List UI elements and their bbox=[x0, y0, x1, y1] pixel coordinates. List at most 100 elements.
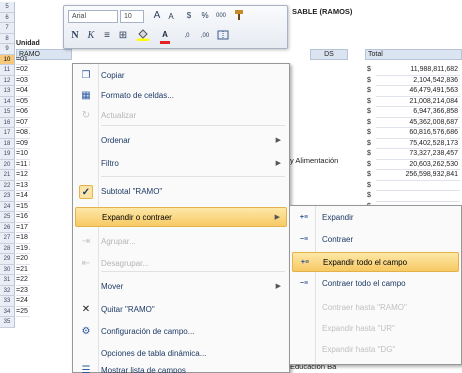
row-header[interactable]: 21 bbox=[0, 170, 15, 181]
row-header[interactable]: 27 bbox=[0, 233, 15, 244]
font-color-button[interactable]: A bbox=[158, 28, 172, 42]
total-amount-cell[interactable]: 75,402,528,173 bbox=[376, 139, 460, 149]
row-header[interactable]: 28 bbox=[0, 243, 15, 254]
total-amount-cell[interactable]: 2,104,542,836 bbox=[376, 76, 460, 86]
total-amount-cell[interactable]: 60,816,576,686 bbox=[376, 128, 460, 139]
font-name-dropdown[interactable]: Arial bbox=[68, 10, 118, 23]
row-header[interactable]: 26 bbox=[0, 222, 15, 233]
total-amount-cell[interactable]: 256,598,932,841 bbox=[376, 170, 460, 181]
total-amount-cell[interactable]: 73,327,238,457 bbox=[376, 149, 460, 160]
total-amount-cell[interactable]: 45,362,008,687 bbox=[376, 118, 460, 128]
row-header[interactable]: 35 bbox=[0, 317, 15, 328]
menu-item-filtro[interactable]: Filtro ▶ bbox=[75, 154, 287, 174]
total-amount-cell[interactable]: 6,947,366,858 bbox=[376, 107, 460, 118]
submenu-item-contraer[interactable]: −≡ Contraer bbox=[292, 230, 459, 250]
ramo-cell[interactable]: =18 En bbox=[16, 233, 30, 244]
ramo-cell[interactable]: =16 Me bbox=[16, 212, 30, 223]
ramo-cell[interactable]: =02 Pr bbox=[16, 65, 30, 76]
row-header[interactable]: 34 bbox=[0, 306, 15, 317]
menu-item-ordenar[interactable]: Ordenar ▶ bbox=[75, 131, 287, 151]
menu-item-quitar-ramo[interactable]: ✕ Quitar "RAMO" bbox=[75, 300, 287, 320]
ramo-cell[interactable]: =03 Pr bbox=[16, 76, 30, 86]
total-amount-cell[interactable]: 11,988,811,682 bbox=[376, 65, 460, 76]
row-header[interactable]: 12 bbox=[0, 75, 15, 86]
row-header[interactable]: 14 bbox=[0, 96, 15, 107]
row-header[interactable]: 18 bbox=[0, 138, 15, 149]
row-header[interactable]: 8 bbox=[0, 33, 15, 44]
pivot-title-cell[interactable]: SABLE (RAMOS) bbox=[292, 7, 352, 16]
submenu-item-expandir[interactable]: +≡ Expandir bbox=[292, 208, 459, 228]
row-header[interactable]: 7 bbox=[0, 23, 15, 34]
ramo-cell[interactable]: =20 De bbox=[16, 254, 30, 265]
ramo-cell[interactable]: =14 Tr bbox=[16, 191, 30, 202]
thousands-format-button[interactable]: 000 bbox=[214, 9, 228, 23]
total-amount-cell[interactable]: 20,603,262,530 bbox=[376, 160, 460, 170]
row-header[interactable]: 20 bbox=[0, 159, 15, 170]
row-header[interactable]: 30 bbox=[0, 264, 15, 275]
row-header[interactable]: 24 bbox=[0, 201, 15, 212]
ramo-cell[interactable]: =17 Pr bbox=[16, 223, 30, 233]
ramo-cell[interactable]: =07 De bbox=[16, 118, 30, 128]
row-header[interactable]: 9 bbox=[0, 44, 15, 55]
total-amount-cell[interactable]: 21,008,214,084 bbox=[376, 97, 460, 107]
menu-item-expandir-o-contraer[interactable]: Expandir o contraer ▶ bbox=[75, 207, 287, 227]
total-amount-cell[interactable]: 46,479,491,563 bbox=[376, 86, 460, 97]
ramo-cell[interactable]: =06 Ha bbox=[16, 107, 30, 118]
row-header[interactable]: 11 bbox=[0, 65, 15, 76]
menu-item-actualizar[interactable]: ↻ Actualizar bbox=[75, 106, 287, 126]
row-header[interactable]: 15 bbox=[0, 107, 15, 118]
ramo-cell[interactable]: =01 Po bbox=[16, 55, 30, 65]
grow-font-button[interactable]: A bbox=[150, 9, 164, 23]
total-amount-cell[interactable] bbox=[376, 181, 460, 191]
row-header[interactable]: 13 bbox=[0, 86, 15, 97]
align-center-button[interactable]: ≡ bbox=[100, 29, 114, 43]
submenu-item-expandir-hasta-ur[interactable]: Expandir hasta "UR" bbox=[292, 319, 459, 339]
row-header[interactable]: 23 bbox=[0, 191, 15, 202]
ramo-cell[interactable]: =11 Ed bbox=[16, 160, 30, 170]
row-header[interactable]: 19 bbox=[0, 149, 15, 160]
row-header[interactable]: 29 bbox=[0, 254, 15, 265]
submenu-item-contraer-hasta-ramo[interactable]: Contraer hasta "RAMO" bbox=[292, 298, 459, 318]
ramo-cell[interactable]: =25 Pr bbox=[16, 307, 30, 317]
submenu-item-expandir-todo-el-campo[interactable]: +≡ Expandir todo el campo bbox=[292, 252, 459, 272]
menu-item-desagrupar[interactable]: ⇤ Desagrupar... bbox=[75, 254, 287, 274]
fill-color-button[interactable] bbox=[136, 28, 150, 42]
row-header[interactable]: 5 bbox=[0, 2, 15, 13]
ramo-cell[interactable]: =15 Re bbox=[16, 202, 30, 212]
shrink-font-button[interactable]: A bbox=[164, 10, 178, 24]
row-header[interactable]: 6 bbox=[0, 12, 15, 23]
bold-button[interactable]: N bbox=[68, 29, 82, 43]
row-header[interactable]: 10 bbox=[0, 54, 15, 65]
ds-header-cell[interactable]: DS bbox=[310, 49, 348, 60]
ramo-cell[interactable]: =04 Go bbox=[16, 86, 30, 97]
row-header[interactable]: 16 bbox=[0, 117, 15, 128]
ramo-cell[interactable]: =24 De bbox=[16, 296, 30, 307]
row-header[interactable]: 32 bbox=[0, 285, 15, 296]
borders-button[interactable]: ⊞ bbox=[116, 29, 130, 43]
merge-cells-button[interactable] bbox=[216, 29, 230, 43]
percent-format-button[interactable]: % bbox=[198, 9, 212, 23]
ramo-cell[interactable]: =09 Co bbox=[16, 139, 30, 149]
total-header-cell[interactable]: Total bbox=[365, 49, 462, 60]
row-header[interactable]: 33 bbox=[0, 296, 15, 307]
ramo-cell[interactable]: =23 Pr bbox=[16, 286, 30, 296]
menu-item-configuración-de-campo[interactable]: ⚙ Configuración de campo... bbox=[75, 322, 287, 342]
ramo-cell[interactable]: =13 Ma bbox=[16, 181, 30, 191]
menu-item-copiar[interactable]: ❐ Copiar bbox=[75, 66, 287, 86]
ramo-cell[interactable]: =08 Ag bbox=[16, 128, 30, 139]
ramo-cell[interactable]: =19 Ap bbox=[16, 244, 30, 254]
ramo-cell[interactable]: =10 Ec bbox=[16, 149, 30, 160]
row-header[interactable]: 31 bbox=[0, 275, 15, 286]
italic-button[interactable]: K bbox=[84, 29, 98, 43]
row-header[interactable]: 25 bbox=[0, 212, 15, 223]
decrease-decimal-button[interactable]: ,00 bbox=[198, 29, 212, 43]
ramo-cell[interactable]: =21 Tu bbox=[16, 265, 30, 275]
menu-item-subtotal-ramo[interactable]: ✓ Subtotal "RAMO" bbox=[75, 182, 287, 202]
ramo-cell[interactable]: =05 Re bbox=[16, 97, 30, 107]
submenu-item-expandir-hasta-dg[interactable]: Expandir hasta "DG" bbox=[292, 340, 459, 360]
menu-item-mostrar-lista-de-campos[interactable]: ☰ Mostrar lista de campos bbox=[75, 361, 287, 373]
total-amount-cell[interactable] bbox=[376, 191, 460, 202]
menu-item-agrupar[interactable]: ⇥ Agrupar... bbox=[75, 232, 287, 252]
font-size-dropdown[interactable]: 10 bbox=[120, 10, 144, 23]
increase-decimal-button[interactable]: ,0 bbox=[180, 29, 194, 43]
